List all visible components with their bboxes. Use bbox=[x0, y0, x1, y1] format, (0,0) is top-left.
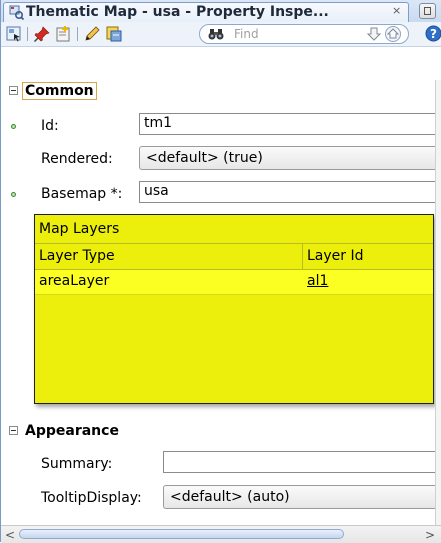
collapse-icon[interactable] bbox=[9, 86, 18, 95]
required-field-indicator-icon bbox=[11, 124, 16, 129]
edit-properties-icon[interactable] bbox=[55, 25, 73, 43]
title-bar: Thematic Map - usa - Property Inspe... × bbox=[1, 0, 441, 23]
pin-icon[interactable] bbox=[33, 25, 51, 43]
toolbar-separator bbox=[27, 27, 28, 41]
tooltip-display-select[interactable]: <default> (auto) bbox=[163, 485, 435, 509]
scroll-right-arrow-icon[interactable]: > bbox=[425, 528, 435, 542]
help-icon[interactable]: ? bbox=[425, 25, 441, 42]
property-inspector-window: Thematic Map - usa - Property Inspe... × bbox=[0, 0, 441, 543]
property-inspector-tab[interactable]: Thematic Map - usa - Property Inspe... × bbox=[3, 2, 409, 22]
find-input[interactable] bbox=[234, 26, 354, 42]
close-tab-icon[interactable]: × bbox=[392, 4, 401, 17]
common-section-header[interactable]: Common bbox=[3, 80, 435, 102]
summary-label: Summary: bbox=[41, 456, 113, 472]
restore-window-button[interactable] bbox=[419, 3, 436, 19]
row-divider bbox=[35, 294, 433, 295]
rendered-select[interactable]: <default> (true) bbox=[139, 146, 435, 170]
common-section-title[interactable]: Common bbox=[22, 82, 97, 100]
vertical-scrollbar[interactable] bbox=[435, 80, 441, 525]
id-field[interactable]: tm1 bbox=[139, 113, 435, 135]
rendered-label: Rendered: bbox=[41, 151, 113, 167]
appearance-section-title[interactable]: Appearance bbox=[22, 422, 122, 440]
tab-title: Thematic Map - usa - Property Inspe... bbox=[26, 4, 329, 20]
horizontal-scrollbar[interactable]: < > bbox=[1, 525, 441, 543]
pencil-icon[interactable] bbox=[83, 25, 101, 43]
select-component-icon[interactable] bbox=[5, 25, 23, 43]
horizontal-scroll-thumb[interactable] bbox=[19, 529, 344, 539]
column-header-layer-type[interactable]: Layer Type bbox=[35, 245, 302, 269]
summary-field[interactable] bbox=[163, 451, 435, 473]
popup-divider bbox=[35, 243, 433, 244]
toolbar: ? bbox=[1, 22, 441, 47]
table-row[interactable]: areaLayer al1 bbox=[35, 270, 433, 294]
basemap-label: Basemap *: bbox=[41, 186, 123, 202]
find-previous-up-arrow-icon[interactable] bbox=[384, 26, 402, 42]
column-header-layer-id[interactable]: Layer Id bbox=[303, 245, 433, 269]
map-layers-popup: Map Layers Layer Type Layer Id areaLayer… bbox=[34, 214, 434, 404]
id-label: Id: bbox=[41, 118, 59, 134]
required-field-indicator-icon bbox=[11, 192, 16, 197]
toolbar-separator bbox=[77, 27, 78, 41]
collapse-icon[interactable] bbox=[9, 426, 18, 435]
binoculars-icon bbox=[208, 29, 224, 40]
layer-type-cell: areaLayer bbox=[39, 273, 110, 289]
basemap-field[interactable]: usa bbox=[139, 181, 435, 203]
find-search-box[interactable] bbox=[199, 24, 409, 44]
property-inspector-icon bbox=[9, 5, 24, 20]
scroll-left-arrow-icon[interactable]: < bbox=[5, 528, 15, 542]
map-layers-title: Map Layers bbox=[39, 221, 120, 237]
appearance-section-header[interactable]: Appearance bbox=[3, 420, 435, 442]
layer-id-link[interactable]: al1 bbox=[307, 273, 328, 289]
bind-data-icon[interactable] bbox=[105, 25, 123, 43]
svg-text:?: ? bbox=[430, 27, 437, 41]
find-next-down-arrow-icon[interactable] bbox=[366, 26, 382, 42]
tooltip-display-label: TooltipDisplay: bbox=[41, 490, 142, 506]
